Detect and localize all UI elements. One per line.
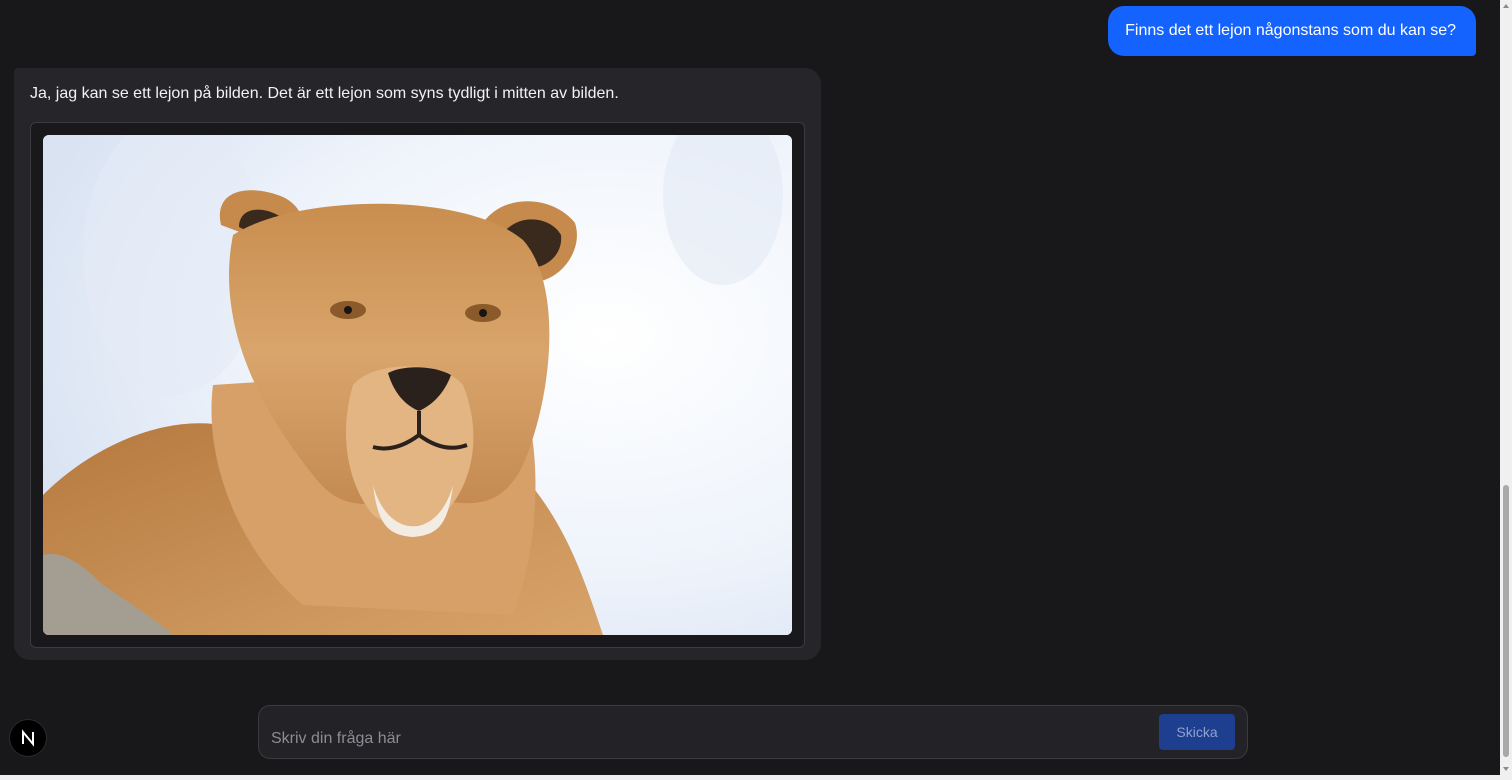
scrollbar-thumb[interactable] <box>1503 485 1509 757</box>
assistant-message-text: Ja, jag kan se ett lejon på bilden. Det … <box>30 85 619 102</box>
user-message-bubble: Finns det ett lejon någonstans som du ka… <box>1108 6 1476 56</box>
scroll-up-icon[interactable] <box>1500 0 1512 12</box>
n-logo-icon <box>22 729 34 747</box>
scroll-down-icon[interactable] <box>1500 763 1512 775</box>
assistant-message-bubble: Ja, jag kan se ett lejon på bilden. Det … <box>14 68 821 660</box>
window-bottom-edge <box>0 775 1512 780</box>
chat-input[interactable] <box>271 726 1141 752</box>
image-attachment-frame <box>30 122 805 648</box>
send-button[interactable]: Skicka <box>1159 714 1235 750</box>
vertical-scrollbar[interactable] <box>1500 0 1512 775</box>
user-message-text: Finns det ett lejon någonstans som du ka… <box>1125 22 1456 39</box>
chat-page: Finns det ett lejon någonstans som du ka… <box>0 0 1512 780</box>
nextjs-logo-button[interactable] <box>10 720 46 756</box>
chat-input-bar: Skicka <box>258 705 1248 759</box>
lioness-photo <box>43 135 792 635</box>
lioness-illustration <box>43 135 792 635</box>
